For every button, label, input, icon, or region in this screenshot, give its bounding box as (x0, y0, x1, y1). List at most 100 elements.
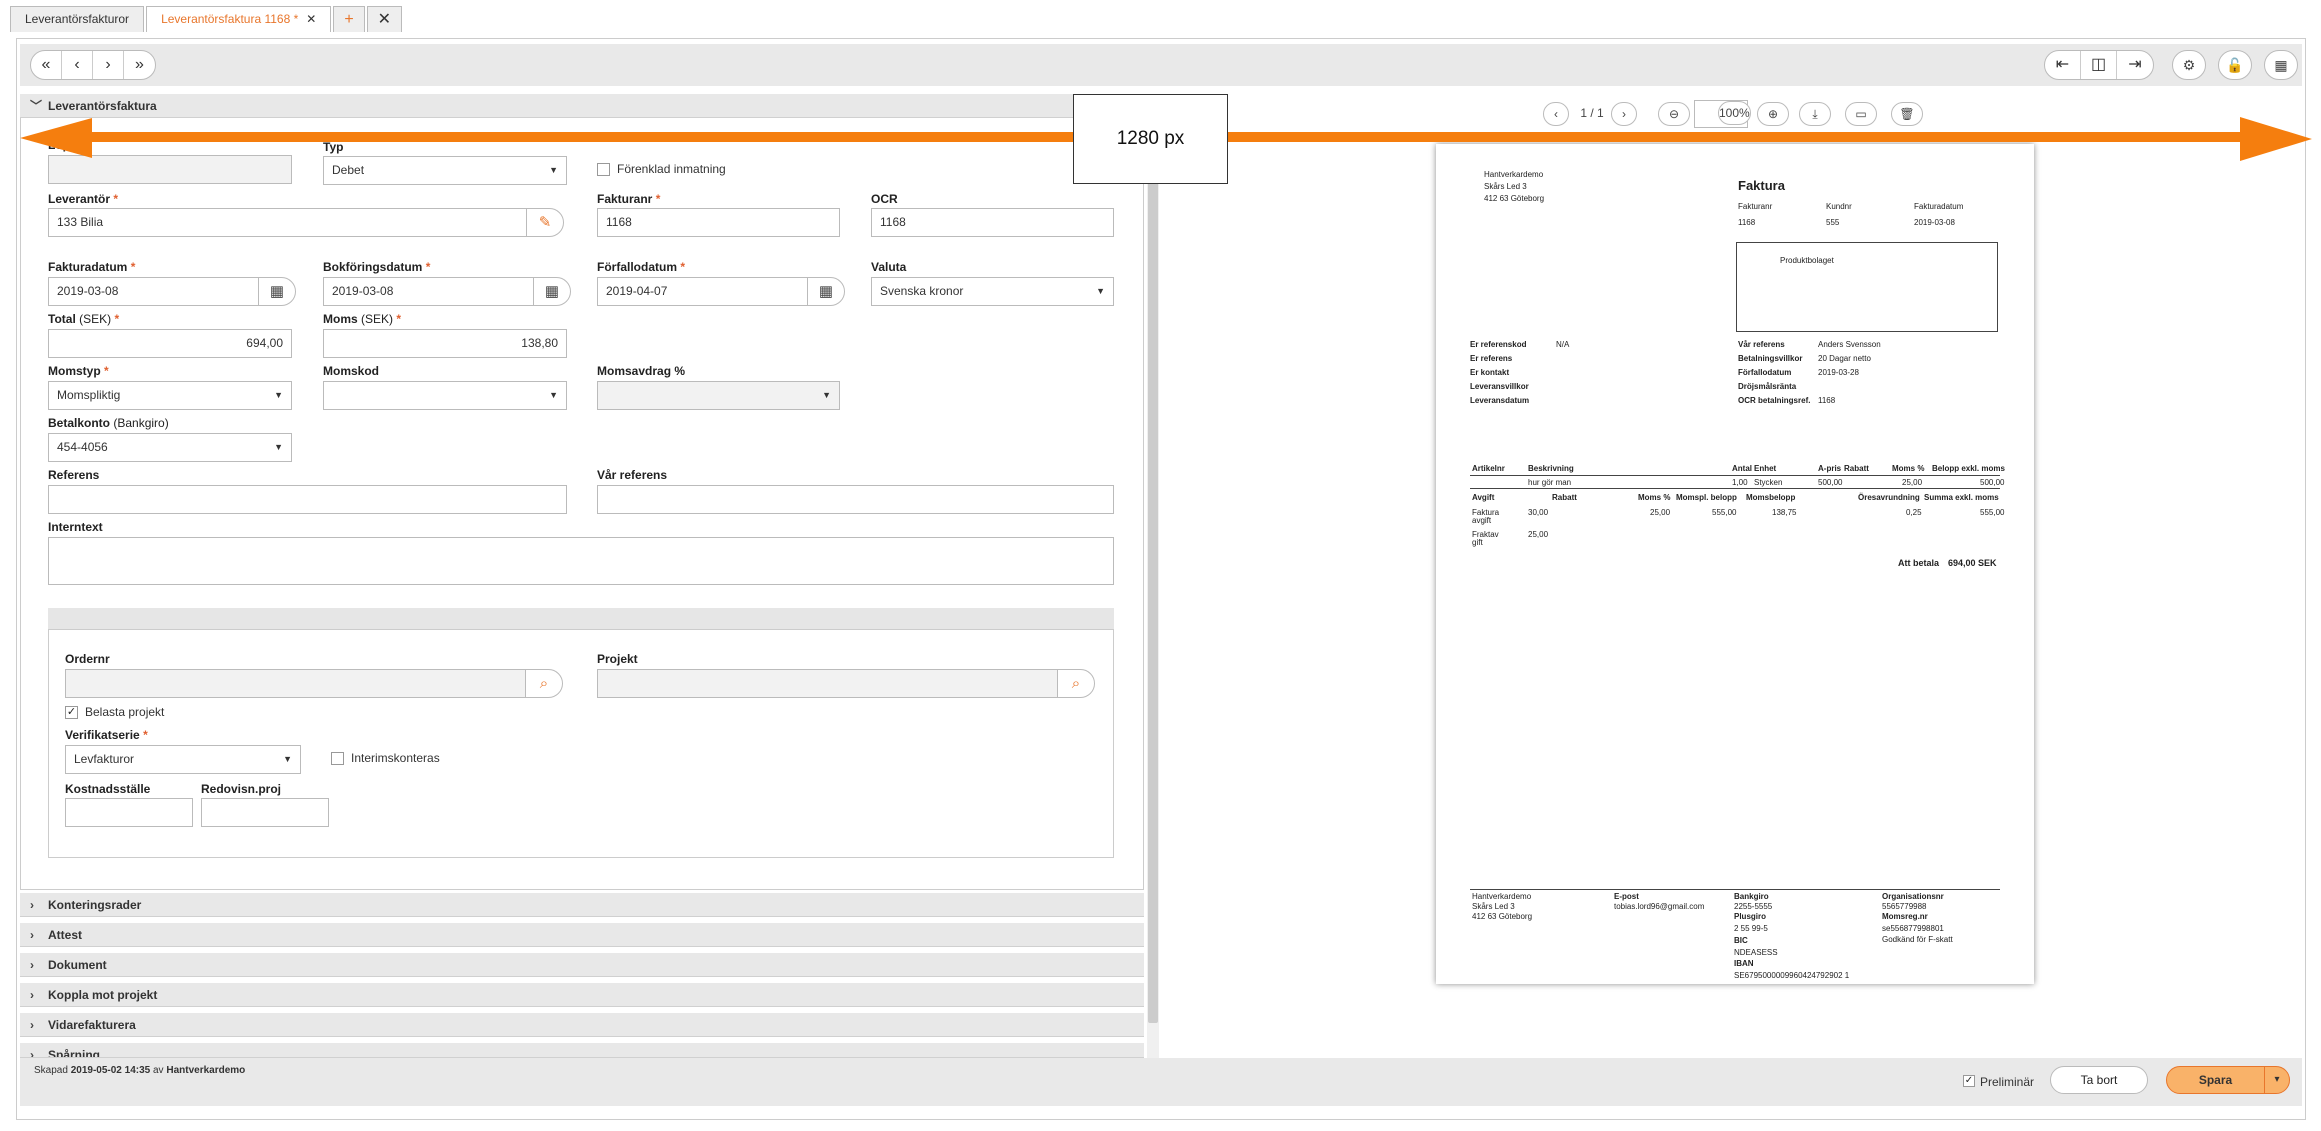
forenklad-checkbox[interactable] (597, 163, 610, 176)
kostnadsstalle-field[interactable] (65, 798, 193, 827)
chevron-right-icon: › (30, 1048, 34, 1058)
invoice-col-header: Rabatt (1552, 493, 1577, 502)
invoice-footer-text: BIC (1734, 936, 1748, 945)
momstyp-select[interactable]: Momspliktig ▼ (48, 381, 292, 410)
tab-leverantorsfakturor[interactable]: Leverantörsfakturor (10, 6, 145, 32)
section-konteringsrader[interactable]: › Konteringsrader (20, 893, 1144, 917)
forfallodatum-label: Förfallodatum * (597, 260, 686, 274)
invoice-meta-key: Er referenskod (1470, 340, 1527, 349)
betalkonto-select[interactable]: 454-4056 ▼ (48, 433, 292, 462)
pdf-next-page-icon[interactable]: › (1611, 102, 1637, 126)
search-icon[interactable]: ⌕ (525, 669, 563, 698)
invoice-cell: Stycken (1754, 478, 1783, 487)
zoom-out-icon[interactable]: ⊖ (1658, 102, 1690, 126)
invoice-footer-text: Organisationsnr (1882, 892, 1944, 901)
unlock-icon[interactable]: 🔓 (2218, 50, 2252, 80)
preliminar-checkbox[interactable]: ✓ (1963, 1075, 1975, 1087)
valuta-select[interactable]: Svenska kronor ▼ (871, 277, 1114, 306)
invoice-v-kundnr: 555 (1826, 218, 1840, 227)
zoom-select[interactable]: 100% ▾ (1694, 100, 1751, 128)
settings-gear-icon[interactable]: ⚙ (2172, 50, 2206, 80)
section-koppla-mot-projekt[interactable]: › Koppla mot projekt (20, 983, 1144, 1007)
invoice-cell: 555,00 (1712, 508, 1737, 517)
invoice-footer-text: Godkänd för F-skatt (1882, 935, 1953, 944)
invoice-rule (1470, 475, 2000, 476)
first-record-icon[interactable]: « (31, 51, 62, 79)
close-tab-icon[interactable]: ✕ (306, 12, 316, 26)
var-referens-field[interactable] (597, 485, 1114, 514)
att-betala-total: 694,00 SEK (1948, 558, 1997, 568)
previous-record-icon[interactable]: ‹ (62, 51, 93, 79)
invoice-meta-key: Er kontakt (1470, 368, 1510, 377)
referens-field[interactable] (48, 485, 567, 514)
section-vidarefakturera[interactable]: › Vidarefakturera (20, 1013, 1144, 1037)
invoice-company: Hantverkardemo (1484, 170, 1544, 179)
calendar-icon[interactable]: ▦ (258, 277, 296, 306)
redovisn-proj-field[interactable] (201, 798, 329, 827)
section-sparning[interactable]: › Spårning (20, 1043, 1144, 1058)
total-label: Total (SEK) * (48, 312, 120, 326)
leverantor-field[interactable]: 133 Bilia (48, 208, 528, 237)
invoice-addr1: Skårs Led 3 (1484, 182, 1527, 191)
interntext-textarea[interactable] (48, 537, 1114, 585)
invoice-meta-key: Dröjsmålsränta (1738, 382, 1797, 391)
zoom-in-icon[interactable]: ⊕ (1757, 102, 1789, 126)
ordernr-label: Ordernr (65, 652, 110, 666)
invoice-col-header: Moms % (1638, 493, 1671, 502)
split-view-icon[interactable]: ◫ (2081, 51, 2117, 79)
scrollbar-thumb[interactable] (1148, 98, 1158, 1023)
invoice-col-header: Antal (1732, 464, 1752, 473)
next-record-icon[interactable]: › (93, 51, 124, 79)
typ-select[interactable]: Debet ▼ (323, 156, 567, 185)
belasta-projekt-checkbox[interactable]: ✓ (65, 706, 78, 719)
fakturadatum-field[interactable]: 2019-03-08 (48, 277, 260, 306)
projekt-field[interactable] (597, 669, 1059, 698)
forfallodatum-field[interactable]: 2019-04-07 (597, 277, 809, 306)
last-record-icon[interactable]: » (124, 51, 155, 79)
delete-icon[interactable]: 🗑 (1891, 102, 1923, 126)
invoice-col-header: A-pris (1818, 464, 1842, 473)
invoice-col-header: Summa exkl. moms (1924, 493, 1999, 502)
section-dokument[interactable]: › Dokument (20, 953, 1144, 977)
arrow-right-head (2240, 117, 2312, 161)
delete-button[interactable]: Ta bort (2050, 1066, 2148, 1094)
search-icon[interactable]: ⌕ (1057, 669, 1095, 698)
close-all-tabs-button[interactable]: ✕ (366, 6, 403, 32)
edit-pencil-icon[interactable]: ✎ (526, 208, 564, 237)
fakturanr-field[interactable]: 1168 (597, 208, 840, 237)
momsavdrag-select: ▼ (597, 381, 840, 410)
section-leverantorsfaktura[interactable]: ﹀ Leverantörsfaktura (20, 94, 1144, 118)
moms-field[interactable]: 138,80 (323, 329, 567, 358)
bokforingsdatum-field[interactable]: 2019-03-08 (323, 277, 535, 306)
calendar-icon[interactable]: ▦ (807, 277, 845, 306)
save-button[interactable]: Spara (2167, 1067, 2265, 1093)
valuta-label: Valuta (871, 260, 907, 274)
recipient-box (1736, 242, 1998, 332)
save-options-arrow-icon[interactable]: ▾ (2265, 1067, 2289, 1093)
invoice-cell: 500,00 (1818, 478, 1843, 487)
ordernr-field[interactable] (65, 669, 527, 698)
building-icon[interactable]: ▦ (2264, 50, 2298, 80)
collapse-left-icon[interactable]: ⇤ (2045, 51, 2081, 79)
download-icon[interactable]: ⤓ (1799, 102, 1831, 126)
calendar-icon[interactable]: ▦ (533, 277, 571, 306)
verifikatserie-select[interactable]: Levfakturor ▼ (65, 745, 301, 774)
total-field[interactable]: 694,00 (48, 329, 292, 358)
tab-leverantorsfaktura-1168[interactable]: Leverantörsfaktura 1168 * ✕ (146, 6, 332, 32)
momskod-select[interactable]: ▼ (323, 381, 567, 410)
invoice-meta-key: Förfallodatum (1738, 368, 1792, 377)
invoice-preview: Hantverkardemo Skårs Led 3 412 63 Götebo… (1436, 144, 2034, 984)
pdf-prev-page-icon[interactable]: ‹ (1543, 102, 1569, 126)
kostnadsstalle-label: Kostnadsställe (65, 782, 151, 796)
invoice-col-header: Belopp exkl. moms (1932, 464, 2005, 473)
collapse-right-icon[interactable]: ⇥ (2117, 51, 2153, 79)
interimskonteras-checkbox[interactable] (331, 752, 344, 765)
invoice-col-header: Moms % (1892, 464, 1925, 473)
add-tab-button[interactable]: + (333, 6, 365, 32)
section-attest[interactable]: › Attest (20, 923, 1144, 947)
layout-icon[interactable]: ▭ (1845, 102, 1877, 126)
chevron-right-icon: › (30, 898, 34, 912)
leverantor-label: Leverantör * (48, 192, 119, 206)
ocr-field[interactable]: 1168 (871, 208, 1114, 237)
invoice-meta-value: 20 Dagar netto (1818, 354, 1871, 363)
